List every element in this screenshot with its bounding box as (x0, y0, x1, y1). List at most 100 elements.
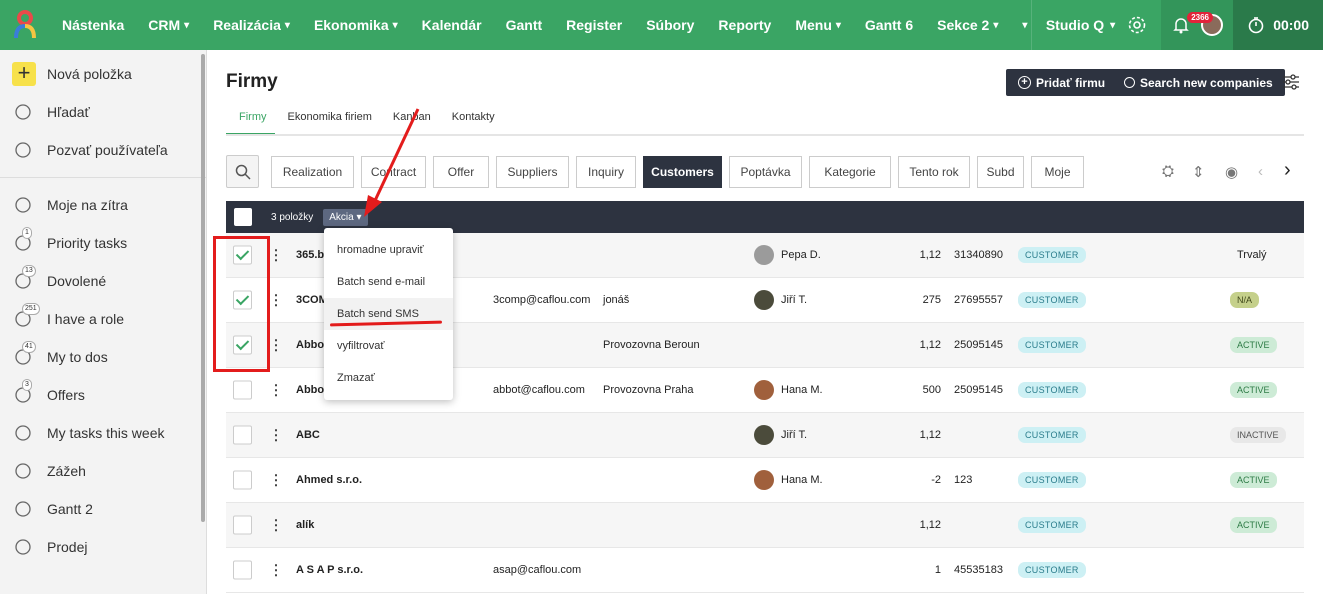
row-menu-icon[interactable]: ⋮ (269, 517, 283, 534)
filter-realization[interactable]: Realization (271, 156, 354, 188)
status-badge: Trvalý (1237, 249, 1267, 261)
sidebar-item-priority-tasks[interactable]: 1 Priority tasks (0, 224, 206, 262)
row-checkbox[interactable] (233, 425, 252, 445)
dropdown-item-4[interactable]: Zmazať (324, 362, 453, 394)
table-row[interactable]: ⋮ alík 1,12 CUSTOMER ACTIVE (226, 503, 1304, 548)
row-checkbox[interactable] (233, 560, 252, 580)
sidebar-item-my-to-dos[interactable]: 41 My to dos (0, 338, 206, 376)
select-all-checkbox[interactable] (234, 208, 252, 226)
sidebar-item-zážeh[interactable]: Zážeh (0, 452, 206, 490)
sidebar-item-label: I have a role (47, 311, 125, 327)
nav-item-gantt-6[interactable]: Gantt 6 (865, 17, 913, 33)
company-name[interactable]: 365.b (296, 249, 324, 261)
row-checkbox[interactable] (233, 470, 252, 490)
sidebar-item-gantt-2[interactable]: Gantt 2 (0, 490, 206, 528)
app-logo[interactable] (0, 0, 50, 50)
chevron-left-icon[interactable]: ‹ (1258, 163, 1263, 180)
settings-sliders-icon[interactable] (1281, 72, 1301, 92)
timer[interactable]: 00:00 (1233, 0, 1323, 50)
view-toggle-icon[interactable]: ◉ (1225, 163, 1238, 181)
add-company-button[interactable]: + Pridať firmu (1006, 69, 1118, 96)
sidebar-item-pozvať-používateľa[interactable]: Pozvať používateľa (0, 131, 206, 169)
company-name[interactable]: Ahmed s.r.o. (296, 474, 362, 486)
filter-subd[interactable]: Subd (977, 156, 1024, 188)
type-badge: CUSTOMER (1018, 562, 1086, 578)
row-menu-icon[interactable]: ⋮ (269, 382, 283, 399)
chevron-right-icon[interactable]: › (1284, 159, 1291, 182)
row-menu-icon[interactable]: ⋮ (269, 292, 283, 309)
company-name[interactable]: 3COM (296, 294, 328, 306)
filter-moje[interactable]: Moje (1031, 156, 1084, 188)
filter-suppliers[interactable]: Suppliers (496, 156, 569, 188)
nav-item-súbory[interactable]: Súbory (646, 17, 694, 33)
dropdown-item-3[interactable]: vyfiltrovať (324, 330, 453, 362)
row-checkbox[interactable] (233, 515, 252, 535)
search-companies-button[interactable]: Search new companies (1112, 69, 1285, 96)
gear-icon[interactable] (1127, 15, 1147, 35)
sidebar-item-label: Nová položka (47, 66, 132, 82)
nav-more-button[interactable]: ▾ (1022, 20, 1027, 31)
row-menu-icon[interactable]: ⋮ (269, 337, 283, 354)
company-name[interactable]: Abbo (296, 339, 324, 351)
nav-item-label: Realizácia (213, 17, 281, 33)
sidebar-item-label: Gantt 2 (47, 501, 93, 517)
studio-selector[interactable]: Studio Q ▾ (1030, 0, 1161, 50)
company-email[interactable]: asap@caflou.com (493, 564, 581, 576)
table-row[interactable]: ⋮ A S A P s.r.o. asap@caflou.com 1 45535183 C… (226, 548, 1304, 593)
filter-offer[interactable]: Offer (433, 156, 489, 188)
nav-item-sekce-2[interactable]: Sekce 2 ▾ (937, 17, 998, 33)
row-checkbox[interactable] (233, 380, 252, 400)
sidebar-item-offers[interactable]: 3 Offers (0, 376, 206, 414)
nav-item-realizácia[interactable]: Realizácia ▾ (213, 17, 290, 33)
type-badge: CUSTOMER (1018, 337, 1086, 353)
notification-area[interactable]: 2366 (1161, 0, 1234, 50)
sidebar-item-hľadať[interactable]: Hľadať (0, 93, 206, 131)
company-name[interactable]: ABC (296, 429, 320, 441)
check-circle-icon: 41 (12, 341, 36, 369)
owner-name: Pepa D. (781, 249, 821, 261)
filter-customers[interactable]: Customers (643, 156, 722, 188)
sidebar-item-my-tasks-this-week[interactable]: My tasks this week (0, 414, 206, 452)
company-email[interactable]: 3comp@caflou.com (493, 294, 590, 306)
row-menu-icon[interactable]: ⋮ (269, 247, 283, 264)
sidebar-item-moje-na-zítra[interactable]: Moje na zítra (0, 186, 206, 224)
tab-kontakty[interactable]: Kontakty (439, 111, 503, 135)
nav-item-crm[interactable]: CRM ▾ (148, 17, 189, 33)
filter-kategorie[interactable]: Kategorie (809, 156, 891, 188)
nav-item-kalendár[interactable]: Kalendár (422, 17, 482, 33)
nav-item-gantt[interactable]: Gantt (506, 17, 543, 33)
company-name[interactable]: A S A P s.r.o. (296, 564, 363, 576)
sidebar-item-nová-položka[interactable]: + Nová položka (0, 55, 206, 93)
table-row[interactable]: ⋮ Ahmed s.r.o. Hana M. -2 123 CUSTOMER ACTIVE (226, 458, 1304, 503)
owner: Jiří T. (754, 290, 807, 310)
company-name[interactable]: alík (296, 519, 314, 531)
company-name[interactable]: Abbo (296, 384, 324, 396)
archive-icon (12, 497, 36, 521)
row-menu-icon[interactable]: ⋮ (269, 562, 283, 579)
filter-poptávka[interactable]: Poptávka (729, 156, 802, 188)
columns-adjust-icon[interactable]: ⇕ (1192, 163, 1205, 181)
nav-item-nástenka[interactable]: Nástenka (62, 17, 124, 33)
row-menu-icon[interactable]: ⋮ (269, 472, 283, 489)
studio-label: Studio Q (1045, 17, 1105, 33)
sidebar-item-count: 1 (22, 227, 32, 239)
sidebar-item-prodej[interactable]: Prodej (0, 528, 206, 566)
status-badge: ACTIVE (1230, 337, 1277, 353)
company-email[interactable]: abbot@caflou.com (493, 384, 585, 396)
row-menu-icon[interactable]: ⋮ (269, 427, 283, 444)
table-row[interactable]: ⋮ ABC Jiří T. 1,12 CUSTOMER INACTIVE (226, 413, 1304, 458)
sidebar-item-dovolené[interactable]: 13 Dovolené (0, 262, 206, 300)
dropdown-item-0[interactable]: hromadne upraviť (324, 234, 453, 266)
tab-firmy[interactable]: Firmy (226, 111, 275, 135)
filter-search-button[interactable] (226, 155, 259, 188)
sidebar-item-i-have-a-role[interactable]: 251 I have a role (0, 300, 206, 338)
nav-item-menu[interactable]: Menu ▾ (795, 17, 841, 33)
nav-item-ekonomika[interactable]: Ekonomika ▾ (314, 17, 398, 33)
nav-item-reporty[interactable]: Reporty (718, 17, 771, 33)
dropdown-item-1[interactable]: Batch send e-mail (324, 266, 453, 298)
nav-item-register[interactable]: Register (566, 17, 622, 33)
owner-avatar (754, 380, 774, 400)
filter-inquiry[interactable]: Inquiry (576, 156, 636, 188)
filter-tento-rok[interactable]: Tento rok (898, 156, 970, 188)
export-icon[interactable]: ⛭ (1162, 163, 1174, 180)
